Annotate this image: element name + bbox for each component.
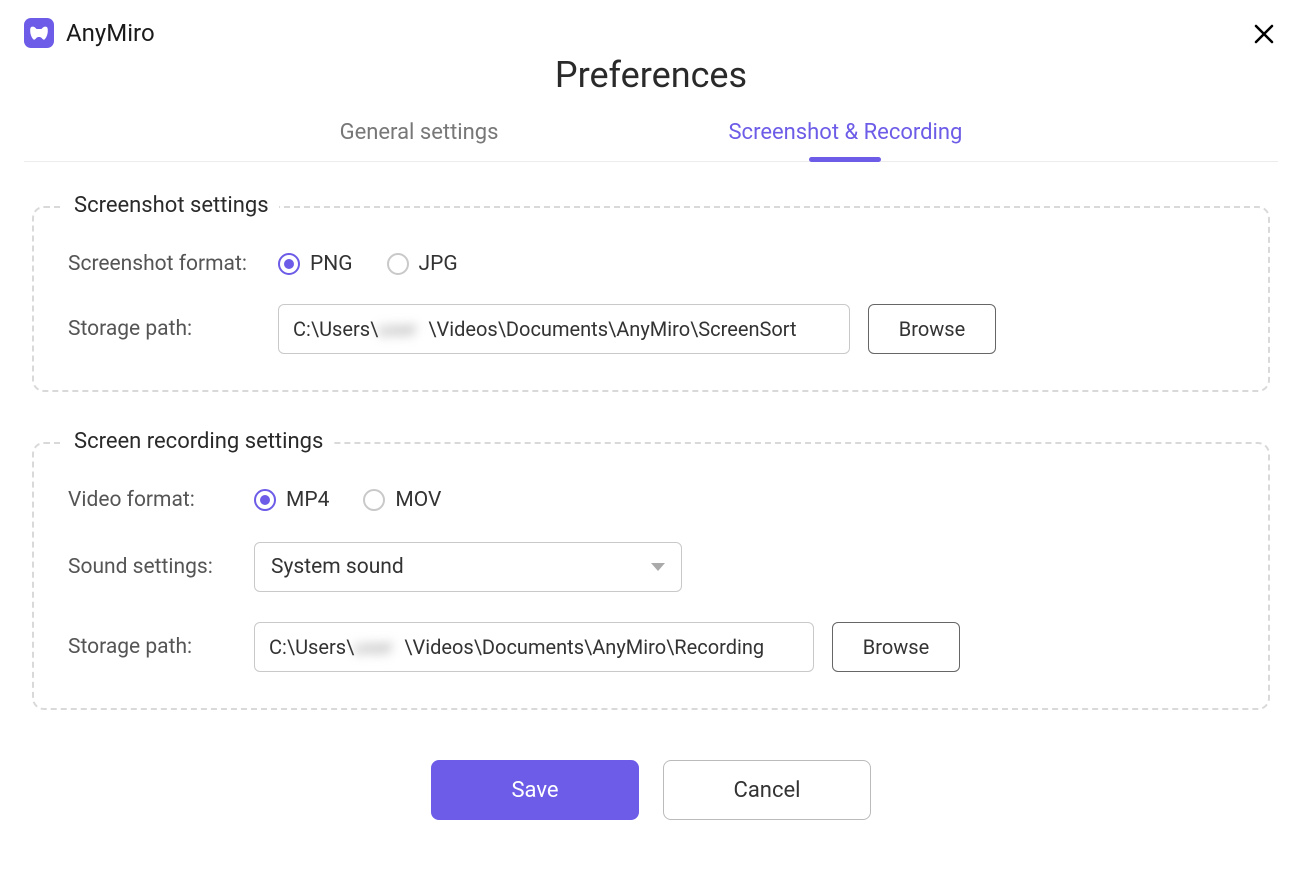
radio-icon: [254, 489, 276, 511]
content: Screenshot settings Screenshot format: P…: [0, 162, 1302, 820]
path-suffix: \Videos\Documents\AnyMiro\ScreenSort: [428, 317, 796, 341]
video-format-label: Video format:: [68, 488, 254, 512]
radio-png[interactable]: PNG: [278, 252, 353, 276]
save-button[interactable]: Save: [431, 760, 639, 820]
screenshot-path-wrap: C:\Users\ user \Videos\Documents\AnyMiro…: [278, 304, 996, 354]
recording-settings-group: Screen recording settings Video format: …: [32, 442, 1270, 710]
header: AnyMiro Preferences General settings Scr…: [0, 0, 1302, 162]
radio-mov-label: MOV: [395, 488, 441, 512]
page-title: Preferences: [24, 54, 1278, 96]
screenshot-settings-group: Screenshot settings Screenshot format: P…: [32, 206, 1270, 392]
screenshot-path-input[interactable]: C:\Users\ user \Videos\Documents\AnyMiro…: [278, 304, 850, 354]
sound-settings-value: System sound: [271, 555, 404, 579]
radio-icon: [363, 489, 385, 511]
browse-recording-path-button[interactable]: Browse: [832, 622, 960, 672]
screenshot-format-label: Screenshot format:: [68, 252, 278, 276]
sound-settings-label: Sound settings:: [68, 555, 254, 579]
sound-settings-select[interactable]: System sound: [254, 542, 682, 592]
tab-general-settings[interactable]: General settings: [340, 120, 499, 161]
browse-screenshot-path-button[interactable]: Browse: [868, 304, 996, 354]
recording-path-input[interactable]: C:\Users\ user \Videos\Documents\AnyMiro…: [254, 622, 814, 672]
screenshot-settings-legend: Screenshot settings: [64, 193, 279, 218]
recording-path-label: Storage path:: [68, 635, 254, 659]
recording-path-row: Storage path: C:\Users\ user \Videos\Doc…: [68, 622, 1234, 672]
sound-settings-row: Sound settings: System sound: [68, 542, 1234, 592]
brand: AnyMiro: [24, 18, 1278, 48]
radio-icon: [387, 253, 409, 275]
path-suffix: \Videos\Documents\AnyMiro\Recording: [404, 635, 764, 659]
radio-mp4[interactable]: MP4: [254, 488, 329, 512]
close-button[interactable]: [1250, 20, 1278, 48]
path-user-redacted: user: [378, 317, 428, 341]
radio-mov[interactable]: MOV: [363, 488, 441, 512]
video-format-row: Video format: MP4 MOV: [68, 488, 1234, 512]
screenshot-format-row: Screenshot format: PNG JPG: [68, 252, 1234, 276]
recording-settings-legend: Screen recording settings: [64, 429, 333, 454]
chevron-down-icon: [651, 563, 665, 571]
tab-screenshot-recording[interactable]: Screenshot & Recording: [728, 120, 962, 161]
recording-path-wrap: C:\Users\ user \Videos\Documents\AnyMiro…: [254, 622, 960, 672]
radio-jpg-label: JPG: [419, 252, 458, 276]
close-icon: [1254, 24, 1274, 44]
path-prefix: C:\Users\: [293, 317, 378, 341]
screenshot-path-row: Storage path: C:\Users\ user \Videos\Doc…: [68, 304, 1234, 354]
footer-buttons: Save Cancel: [32, 760, 1270, 820]
screenshot-path-label: Storage path:: [68, 317, 278, 341]
radio-jpg[interactable]: JPG: [387, 252, 458, 276]
screenshot-format-options: PNG JPG: [278, 252, 458, 276]
cancel-button[interactable]: Cancel: [663, 760, 871, 820]
radio-mp4-label: MP4: [286, 488, 329, 512]
app-logo-icon: [24, 18, 54, 48]
radio-icon: [278, 253, 300, 275]
path-user-redacted: user: [354, 635, 404, 659]
path-prefix: C:\Users\: [269, 635, 354, 659]
video-format-options: MP4 MOV: [254, 488, 441, 512]
radio-png-label: PNG: [310, 252, 353, 276]
app-name: AnyMiro: [66, 19, 155, 47]
tabs: General settings Screenshot & Recording: [24, 120, 1278, 162]
